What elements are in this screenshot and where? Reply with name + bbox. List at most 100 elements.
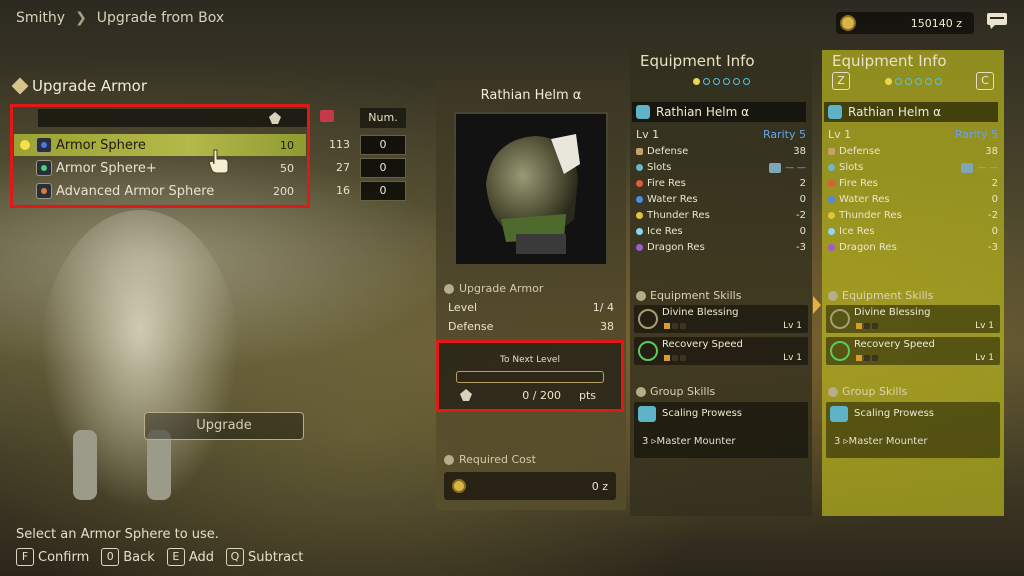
recovery-speed-icon [638, 341, 658, 361]
group-skill-scaling-prowess[interactable]: Scaling Prowess 3 ▹Master Mounter [826, 402, 1000, 458]
thunder-icon [828, 212, 835, 219]
required-cost-box: 0 z [444, 472, 616, 500]
stat-dragon-res: Dragon Res -3 [636, 242, 806, 253]
group-skills-heading: Group Skills [828, 385, 907, 398]
character-legs [55, 430, 185, 510]
stat-fire-res: Fire Res 2 [828, 178, 998, 189]
stat-slots: Slots — — [636, 162, 806, 173]
item-stock: 113 [329, 138, 350, 151]
equipment-skills-heading: Equipment Skills [828, 289, 933, 302]
stat-dragon-res: Dragon Res -3 [828, 242, 998, 253]
upgrade-armor-title: Upgrade Armor [32, 77, 148, 95]
helm-icon [828, 105, 842, 119]
item-stock: 16 [336, 184, 350, 197]
skill-level-pips [664, 355, 686, 361]
stat-ice-res: Ice Res 0 [636, 226, 806, 237]
fire-icon [636, 180, 643, 187]
skill-recovery-speed[interactable]: Recovery Speed Lv 1 [826, 337, 1000, 365]
equipment-info-current: Equipment Info Rathian Helm α Lv 1 Rarit… [630, 50, 812, 516]
group-skill-icon [638, 406, 656, 422]
upgrade-armor-subheading: Upgrade Armor [444, 282, 543, 295]
breadcrumb-smithy[interactable]: Smithy [16, 10, 65, 26]
diamond-icon [11, 77, 29, 95]
num-header: Num. [360, 108, 406, 128]
stat-water-res: Water Res 0 [636, 194, 806, 205]
equipment-info-title: Equipment Info [640, 52, 755, 70]
stat-thunder-res: Thunder Res -2 [636, 210, 806, 221]
fire-icon [828, 180, 835, 187]
water-icon [636, 196, 643, 203]
equipment-info-after: Equipment Info Z C Rathian Helm α Lv 1 R… [822, 50, 1004, 516]
key-add[interactable]: E Add [166, 548, 214, 566]
stat-water-res: Water Res 0 [828, 194, 998, 205]
breadcrumb-upgrade-from-box: Upgrade from Box [96, 10, 225, 26]
stat-defense: Defense 38 [828, 146, 998, 157]
dragon-icon [636, 244, 643, 251]
stat-defense: Defense 38 [636, 146, 806, 157]
shield-icon [828, 148, 835, 155]
chevron-right-icon: ❯ [75, 10, 87, 26]
equipment-name-row: Rathian Helm α [632, 102, 806, 122]
gear-icon [636, 386, 646, 397]
ice-icon [636, 228, 643, 235]
group-skill-icon [830, 406, 848, 422]
upgrade-button[interactable]: Upgrade [144, 412, 304, 440]
skill-level-pips [664, 323, 686, 329]
money-display: 150140 z [836, 12, 974, 34]
water-icon [828, 196, 835, 203]
next-level-unit: pts [578, 388, 596, 402]
mouse-icon: 0 [101, 548, 120, 566]
chat-icon[interactable] [986, 12, 1008, 30]
divine-blessing-icon [830, 309, 850, 329]
key-back[interactable]: 0 Back [101, 548, 155, 566]
money-amount: 150140 z [910, 16, 962, 30]
key-hints: F Confirm 0 Back E Add Q Subtract [16, 548, 303, 566]
helm-icon [486, 134, 580, 254]
next-level-points: 0 / 200 [522, 388, 561, 402]
skill-level-pips [856, 355, 878, 361]
recovery-speed-icon [830, 341, 850, 361]
defense-row: Defense 38 [448, 320, 614, 333]
stat-slots: Slots — — [828, 162, 998, 173]
rarity-dots [630, 78, 812, 85]
divine-blessing-icon [638, 309, 658, 329]
decoration-slot-icon [961, 162, 974, 173]
skill-level-pips [856, 323, 878, 329]
key-confirm[interactable]: F Confirm [16, 548, 89, 566]
compare-arrow-icon [813, 296, 821, 314]
helm-preview-image [454, 112, 608, 266]
armor-points-icon [460, 389, 472, 401]
helm-icon [636, 105, 650, 119]
gear-icon [828, 290, 838, 301]
key-f: F [16, 548, 34, 566]
slot-icon [828, 164, 835, 171]
thunder-icon [636, 212, 643, 219]
upgrade-armor-heading: Upgrade Armor [11, 77, 148, 95]
skill-divine-blessing[interactable]: Divine Blessing Lv 1 [634, 305, 808, 333]
key-subtract[interactable]: Q Subtract [225, 548, 303, 566]
group-skill-scaling-prowess[interactable]: Scaling Prowess 3 ▹Master Mounter [634, 402, 808, 458]
item-stock: 27 [336, 161, 350, 174]
next-level-progress-bar [456, 371, 604, 383]
quantity-field[interactable]: 0 [360, 158, 406, 178]
next-level-value-row: 0 / 200 pts [458, 388, 596, 402]
skill-recovery-speed[interactable]: Recovery Speed Lv 1 [634, 337, 808, 365]
coin-icon [840, 15, 856, 31]
required-cost-value: 0 z [591, 479, 608, 493]
skill-divine-blessing[interactable]: Divine Blessing Lv 1 [826, 305, 1000, 333]
level-rarity-row: Lv 1 Rarity 5 [636, 128, 806, 141]
decoration-slot-icon [769, 162, 782, 173]
equipment-info-title: Equipment Info [832, 52, 947, 70]
quantity-field[interactable]: 0 [360, 181, 406, 201]
gear-icon [636, 290, 646, 301]
rarity-dots [822, 78, 1004, 85]
quantity-field[interactable]: 0 [360, 135, 406, 155]
stat-fire-res: Fire Res 2 [636, 178, 806, 189]
gear-icon [828, 386, 838, 397]
hand-cursor-icon [208, 149, 229, 174]
sphere-list-highlight [10, 104, 310, 208]
gear-icon [444, 454, 454, 465]
equipment-skills-heading: Equipment Skills [636, 289, 741, 302]
stat-ice-res: Ice Res 0 [828, 226, 998, 237]
gear-icon [444, 283, 454, 294]
